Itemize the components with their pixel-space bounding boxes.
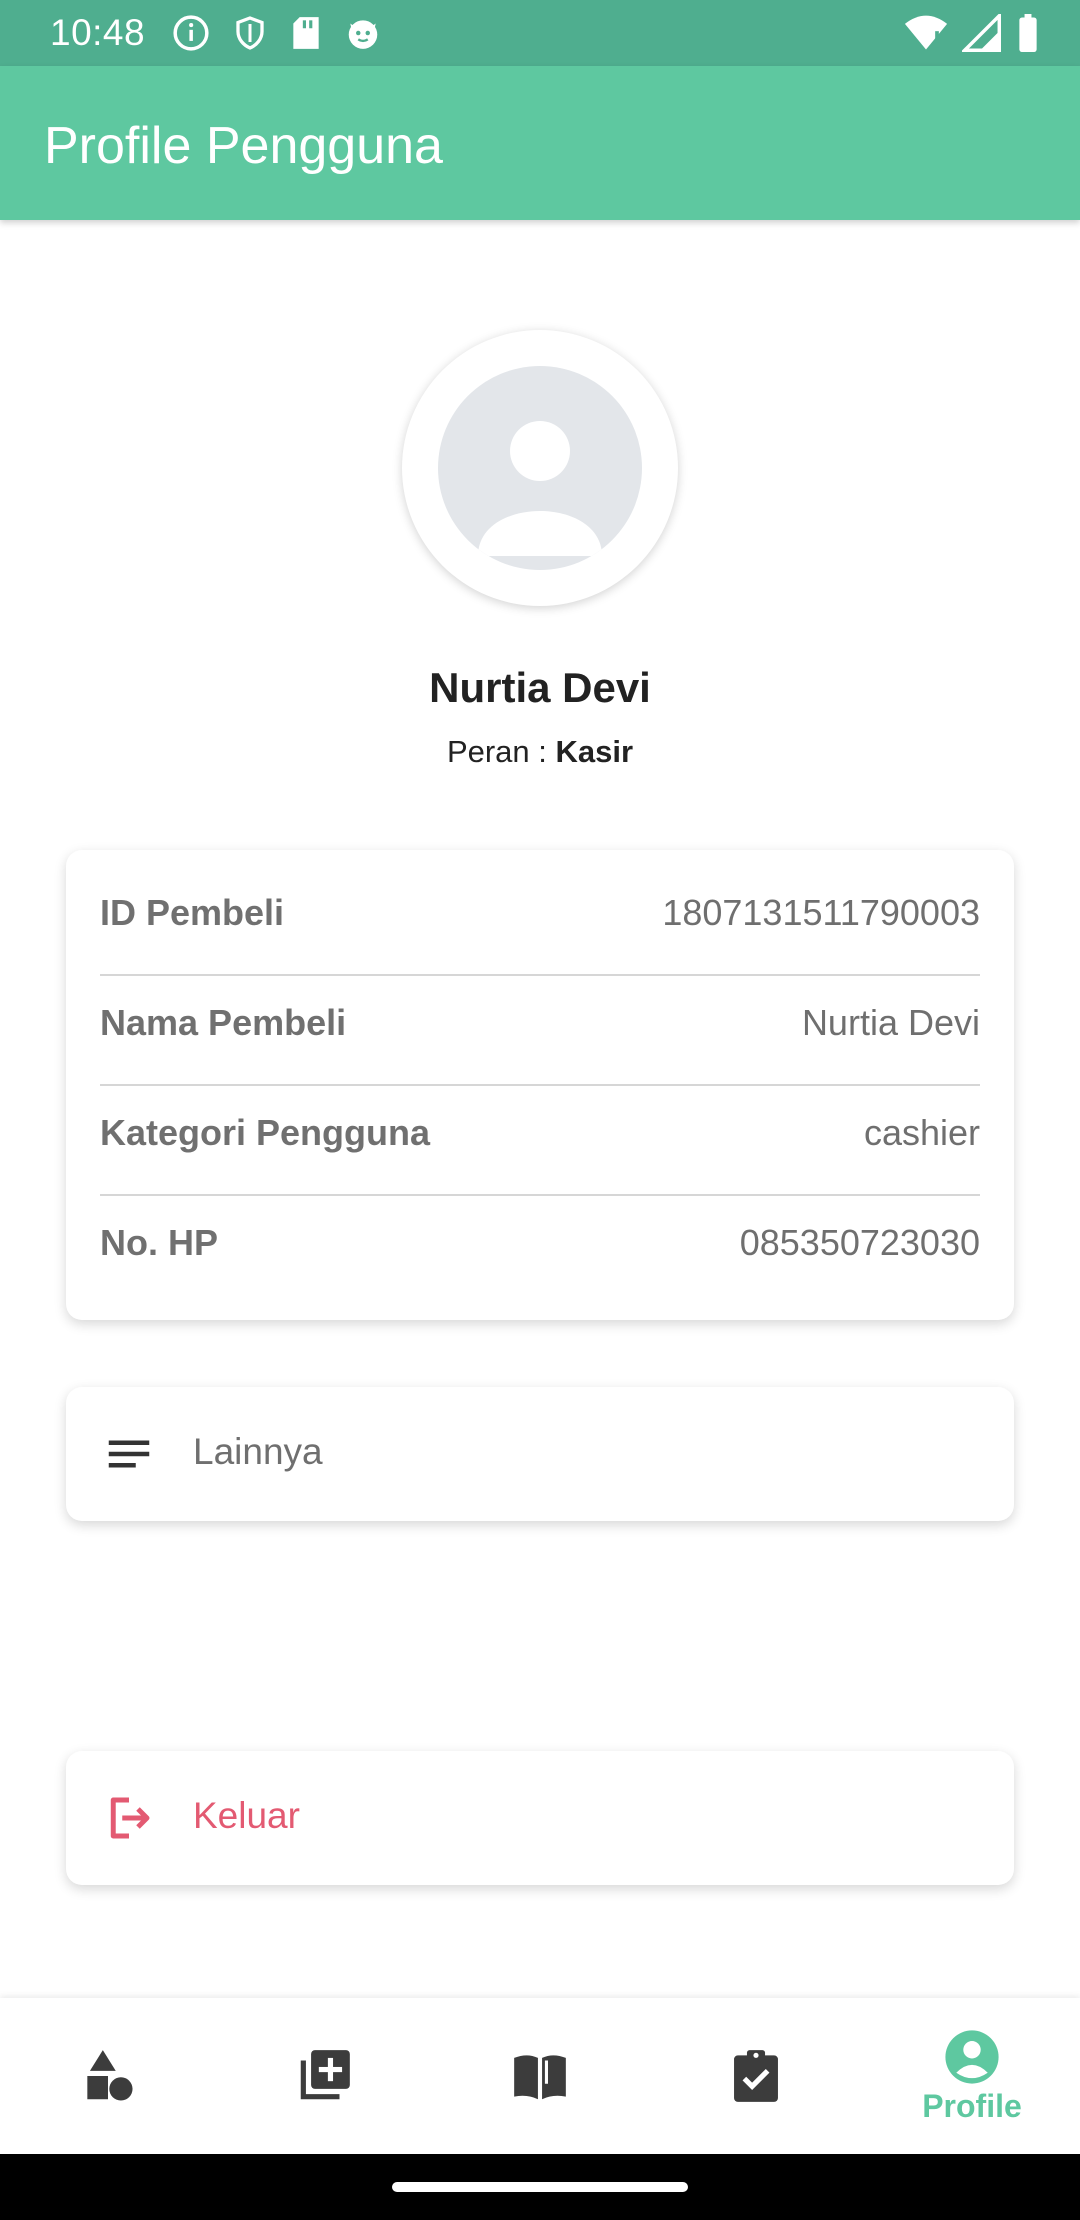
info-row-phone: No. HP 085350723030 (100, 1188, 980, 1298)
system-navigation-bar (0, 2154, 1080, 2220)
shield-icon (236, 16, 264, 50)
info-icon (173, 15, 209, 51)
info-label: No. HP (100, 1222, 219, 1263)
more-button[interactable]: Lainnya (66, 1387, 1014, 1521)
nav-label-profile: Profile (922, 2087, 1022, 2124)
add-box-icon (300, 2050, 350, 2100)
role-value: Kasir (555, 734, 634, 769)
user-info-card: ID Pembeli 1807131511790003 Nama Pembeli… (66, 850, 1014, 1320)
notes-icon (108, 1440, 150, 1468)
info-row-category: Kategori Pengguna cashier (100, 1078, 980, 1188)
account-circle-icon (945, 2029, 999, 2084)
info-label: ID Pembeli (100, 892, 285, 933)
user-name: Nurtia Devi (429, 664, 651, 711)
nav-item-tasks[interactable] (648, 1998, 864, 2154)
info-value: 085350723030 (739, 1222, 980, 1263)
sd-card-icon (293, 17, 319, 49)
nav-item-categories[interactable] (0, 1998, 216, 2154)
battery-icon (1019, 14, 1037, 52)
nav-item-profile[interactable]: Profile (864, 1998, 1080, 2154)
info-label: Kategori Pengguna (100, 1112, 431, 1153)
app-bar: Profile Pengguna (0, 66, 1080, 220)
wifi-icon (904, 15, 948, 50)
logout-icon (110, 1797, 150, 1839)
role-prefix: Peran : (446, 734, 556, 769)
nav-item-book[interactable] (432, 1998, 648, 2154)
shapes-icon (87, 2050, 133, 2101)
signal-icon (962, 14, 1001, 52)
page-title: Profile Pengguna (44, 117, 443, 175)
info-value: 1807131511790003 (662, 892, 980, 933)
clipboard-check-icon (734, 2050, 778, 2102)
info-row-id: ID Pembeli 1807131511790003 (100, 858, 980, 968)
nav-item-add[interactable] (216, 1998, 432, 2154)
info-label: Nama Pembeli (100, 1002, 347, 1043)
info-value: cashier (863, 1112, 980, 1153)
info-value: Nurtia Devi (801, 1002, 980, 1043)
info-row-name: Nama Pembeli Nurtia Devi (100, 968, 980, 1078)
cat-face-icon (348, 20, 378, 49)
logout-button[interactable]: Keluar (66, 1751, 1014, 1885)
bottom-navigation: Profile (0, 1998, 1080, 2154)
avatar (402, 330, 678, 606)
home-gesture-handle[interactable] (392, 2182, 688, 2192)
user-role: Peran : Kasir (0, 734, 1080, 770)
logout-label: Keluar (193, 1795, 300, 1836)
book-icon (514, 2055, 566, 2100)
avatar-placeholder-icon (438, 366, 642, 570)
more-label: Lainnya (193, 1431, 323, 1472)
status-bar: 10:48 (0, 0, 1080, 66)
status-time: 10:48 (50, 12, 146, 53)
